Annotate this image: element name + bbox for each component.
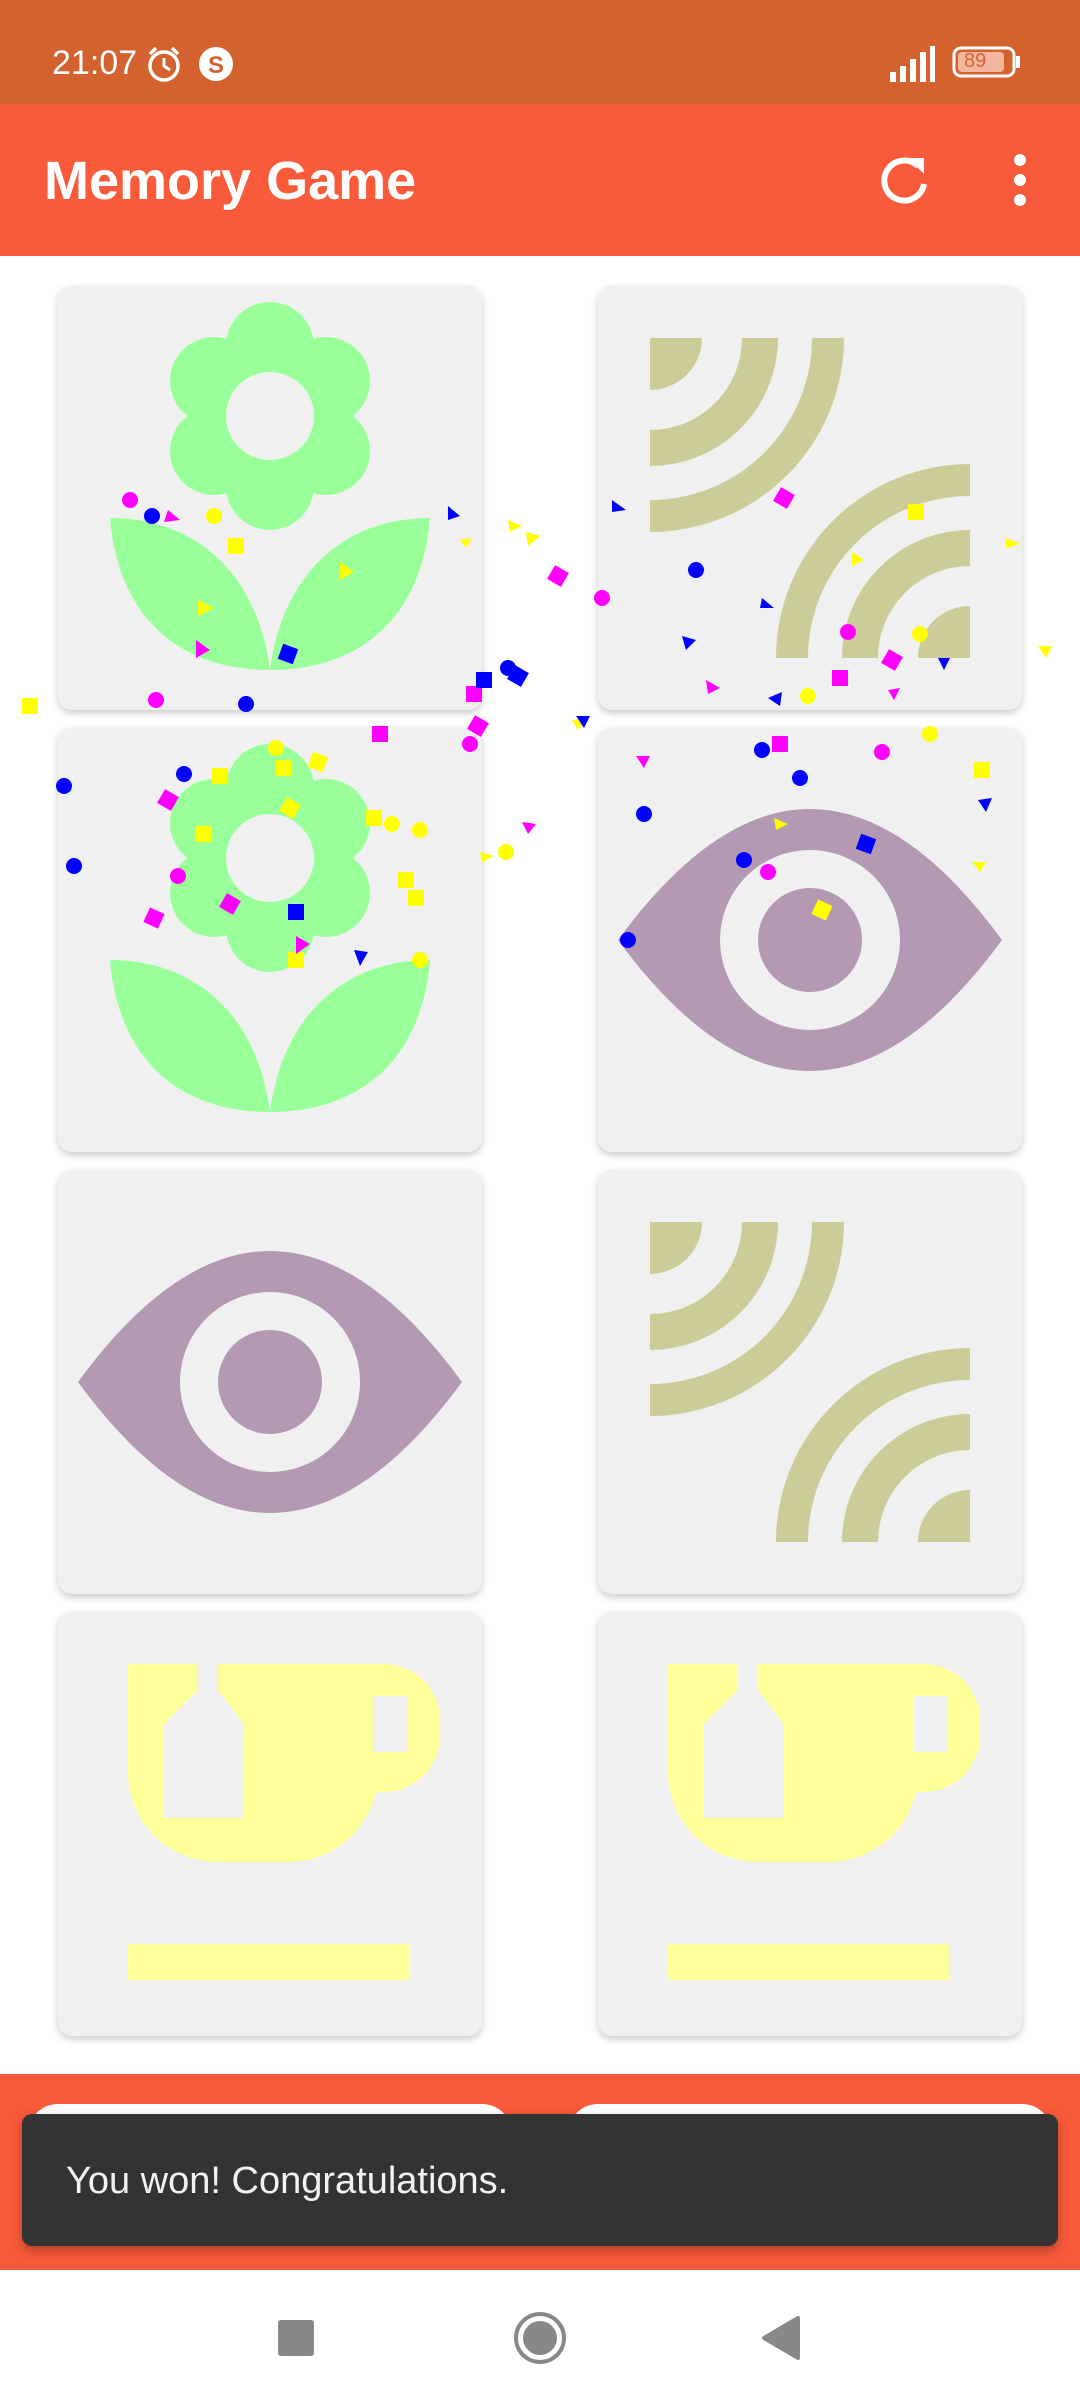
alarm-icon — [144, 44, 184, 89]
memory-card[interactable] — [598, 728, 1022, 1152]
home-circle-icon[interactable] — [510, 2308, 570, 2368]
flower-icon — [110, 302, 430, 670]
status-bar: 21:07 S 89 — [0, 0, 1080, 104]
refresh-icon[interactable] — [872, 148, 936, 212]
eye-icon — [78, 1251, 462, 1513]
memory-card[interactable] — [598, 286, 1022, 710]
recents-square-icon[interactable] — [266, 2308, 326, 2368]
more-vert-icon[interactable] — [988, 148, 1052, 212]
memory-card[interactable] — [58, 728, 482, 1152]
back-triangle-icon[interactable] — [752, 2308, 812, 2368]
svg-text:S: S — [208, 52, 224, 79]
eye-icon — [618, 809, 1002, 1071]
card-grid — [0, 256, 1080, 2074]
app-bar: Memory Game — [0, 104, 1080, 256]
status-time: 21:07 — [52, 44, 138, 82]
snackbar: You won! Congratulations. — [22, 2114, 1058, 2246]
flower-icon — [110, 744, 430, 1112]
signal-icon — [888, 44, 936, 89]
rss-feed-icon — [650, 338, 970, 658]
snackbar-message: You won! Congratulations. — [66, 2160, 509, 2202]
tea-cup-icon — [128, 1664, 440, 1980]
navigation-bar — [0, 2270, 1080, 2400]
memory-card[interactable] — [58, 286, 482, 710]
battery-level: 89 — [964, 50, 987, 72]
tea-cup-icon — [668, 1664, 980, 1980]
memory-card[interactable] — [598, 1612, 1022, 2036]
app-title: Memory Game — [44, 151, 417, 211]
battery-icon: 89 — [952, 44, 1022, 85]
rss-feed-icon — [650, 1222, 970, 1542]
memory-card[interactable] — [58, 1170, 482, 1594]
memory-card[interactable] — [58, 1612, 482, 2036]
s-app-icon: S — [196, 44, 236, 89]
memory-card[interactable] — [598, 1170, 1022, 1594]
